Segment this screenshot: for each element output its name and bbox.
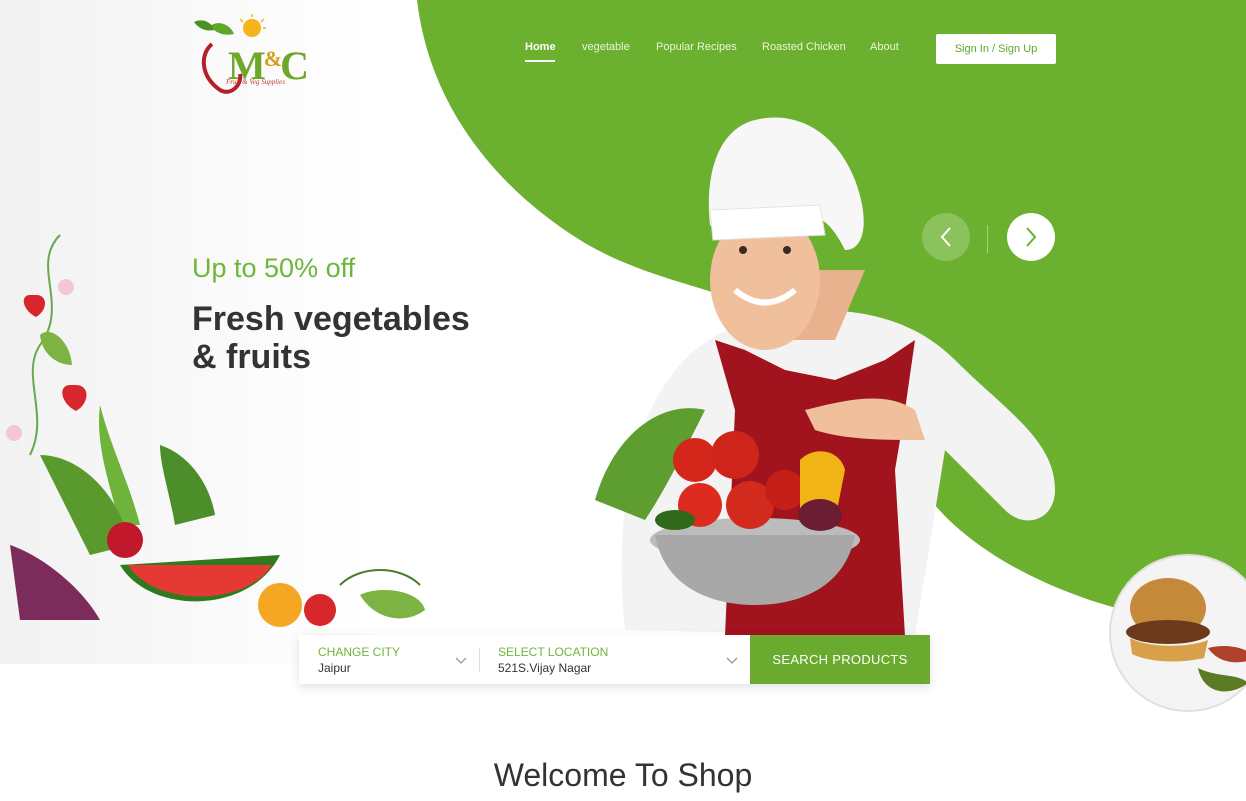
fruit-decoration-image [6, 234, 425, 627]
nav-item-roasted-chicken[interactable]: Roasted Chicken [762, 41, 846, 53]
section-title: Welcome To Shop [493, 757, 753, 793]
nav-item-about[interactable]: About [870, 41, 899, 53]
nav-item-popular-recipes[interactable]: Popular Recipes [656, 41, 737, 53]
logo-tagline: Fruit & Veg Supplies [226, 78, 285, 86]
nav-active-underline [525, 60, 555, 62]
nav-item-home[interactable]: Home [525, 41, 556, 53]
burger-plate-image [1109, 554, 1246, 712]
chevron-down-icon [455, 657, 467, 664]
city-select[interactable]: CHANGE CITY Jaipur [299, 635, 479, 684]
chevron-down-icon [726, 657, 738, 664]
product-search-bar: CHANGE CITY Jaipur SELECT LOCATION 521S.… [299, 635, 930, 684]
location-select-label: SELECT LOCATION [498, 645, 609, 659]
location-select[interactable]: SELECT LOCATION 521S.Vijay Nagar [479, 635, 750, 684]
chef-image [595, 117, 1055, 636]
search-products-button[interactable]: SEARCH PRODUCTS [750, 635, 930, 684]
location-select-value: 521S.Vijay Nagar [498, 661, 592, 675]
signin-button[interactable]: Sign In / Sign Up [936, 34, 1056, 64]
nav-item-vegetable[interactable]: vegetable [582, 41, 630, 53]
